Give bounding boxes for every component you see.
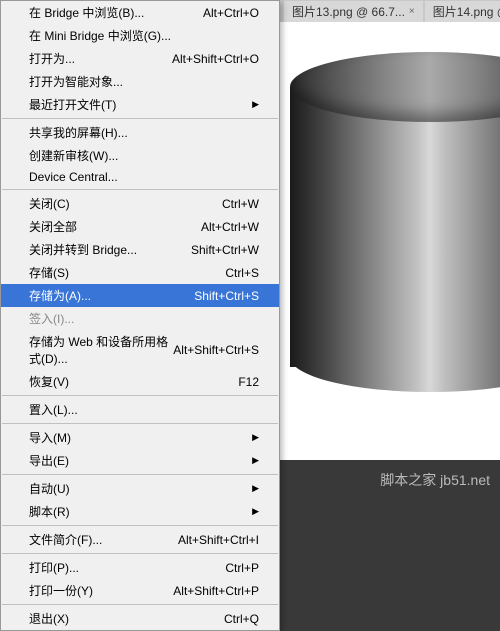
menu-item-label: 文件简介(F)... — [29, 531, 102, 548]
menu-item-shortcut: Alt+Ctrl+O — [203, 6, 259, 20]
menu-item[interactable]: 脚本(R) ▶ — [1, 500, 279, 523]
menu-item[interactable]: 关闭(C) Ctrl+W — [1, 192, 279, 215]
menu-item-shortcut: Alt+Shift+Ctrl+S — [173, 343, 259, 357]
menu-item[interactable]: 存储为(A)... Shift+Ctrl+S — [1, 284, 279, 307]
menu-item-label: 签入(I)... — [29, 310, 74, 327]
menu-separator — [2, 604, 278, 605]
menu-item-shortcut: Alt+Ctrl+W — [201, 220, 259, 234]
chevron-right-icon: ▶ — [252, 432, 259, 443]
menu-item-label: 存储为 Web 和设备所用格式(D)... — [29, 333, 173, 367]
menu-item[interactable]: 打开为智能对象... — [1, 70, 279, 93]
menu-item-shortcut: Ctrl+Q — [224, 612, 259, 626]
menu-item-shortcut: Shift+Ctrl+S — [194, 289, 259, 303]
menu-item[interactable]: 在 Mini Bridge 中浏览(G)... — [1, 24, 279, 47]
menu-item-shortcut: Alt+Shift+Ctrl+P — [173, 584, 259, 598]
menu-item-label: 创建新审核(W)... — [29, 147, 118, 164]
menu-item[interactable]: 创建新审核(W)... — [1, 144, 279, 167]
menu-item[interactable]: Device Central... — [1, 167, 279, 187]
menu-separator — [2, 525, 278, 526]
menu-item[interactable]: 退出(X) Ctrl+Q — [1, 607, 279, 630]
chevron-right-icon: ▶ — [252, 483, 259, 494]
close-icon[interactable]: × — [409, 6, 415, 17]
menu-item-label: 恢复(V) — [29, 373, 69, 390]
menu-separator — [2, 118, 278, 119]
menu-item[interactable]: 自动(U) ▶ — [1, 477, 279, 500]
menu-item-label: 存储(S) — [29, 264, 69, 281]
menu-item[interactable]: 打印一份(Y) Alt+Shift+Ctrl+P — [1, 579, 279, 602]
menu-separator — [2, 189, 278, 190]
menu-item[interactable]: 在 Bridge 中浏览(B)... Alt+Ctrl+O — [1, 1, 279, 24]
menu-item-label: Device Central... — [29, 170, 118, 184]
menu-separator — [2, 423, 278, 424]
menu-item-label: 共享我的屏幕(H)... — [29, 124, 128, 141]
menu-item-label: 导出(E) — [29, 452, 69, 469]
menu-item-shortcut: Ctrl+P — [225, 561, 259, 575]
menu-item[interactable]: 存储(S) Ctrl+S — [1, 261, 279, 284]
menu-item-label: 关闭(C) — [29, 195, 70, 212]
menu-item[interactable]: 恢复(V) F12 — [1, 370, 279, 393]
menu-item-label: 自动(U) — [29, 480, 70, 497]
chevron-right-icon: ▶ — [252, 455, 259, 466]
menu-item-label: 关闭全部 — [29, 218, 77, 235]
menu-item-label: 打开为智能对象... — [29, 73, 123, 90]
menu-item-shortcut: F12 — [238, 375, 259, 389]
menu-item-label: 导入(M) — [29, 429, 71, 446]
menu-item-label: 打印(P)... — [29, 559, 79, 576]
document-tabs: 图片13.png @ 66.7...× 图片14.png @ 6...× — [280, 0, 500, 22]
menu-item-label: 置入(L)... — [29, 401, 78, 418]
menu-item-label: 最近打开文件(T) — [29, 96, 116, 113]
chevron-right-icon: ▶ — [252, 99, 259, 110]
menu-item[interactable]: 关闭并转到 Bridge... Shift+Ctrl+W — [1, 238, 279, 261]
menu-item-label: 退出(X) — [29, 610, 69, 627]
canvas[interactable] — [280, 22, 500, 460]
chevron-right-icon: ▶ — [252, 506, 259, 517]
menu-item[interactable]: 打印(P)... Ctrl+P — [1, 556, 279, 579]
watermark: 脚本之家 jb51.net — [380, 470, 490, 490]
menu-item-label: 存储为(A)... — [29, 287, 91, 304]
cylinder-shape — [290, 52, 500, 392]
menu-item[interactable]: 打开为... Alt+Shift+Ctrl+O — [1, 47, 279, 70]
menu-item[interactable]: 置入(L)... — [1, 398, 279, 421]
menu-item-label: 打开为... — [29, 50, 75, 67]
menu-item[interactable]: 导入(M) ▶ — [1, 426, 279, 449]
menu-item: 签入(I)... — [1, 307, 279, 330]
menu-item[interactable]: 最近打开文件(T) ▶ — [1, 93, 279, 116]
menu-item[interactable]: 共享我的屏幕(H)... — [1, 121, 279, 144]
menu-item[interactable]: 关闭全部 Alt+Ctrl+W — [1, 215, 279, 238]
menu-item-label: 打印一份(Y) — [29, 582, 93, 599]
menu-item-shortcut: Ctrl+W — [222, 197, 259, 211]
menu-separator — [2, 553, 278, 554]
menu-item-shortcut: Shift+Ctrl+W — [191, 243, 259, 257]
menu-item-label: 关闭并转到 Bridge... — [29, 241, 137, 258]
tab-image14[interactable]: 图片14.png @ 6...× — [425, 1, 500, 22]
menu-item-label: 脚本(R) — [29, 503, 70, 520]
menu-item-label: 在 Bridge 中浏览(B)... — [29, 4, 144, 21]
menu-item[interactable]: 导出(E) ▶ — [1, 449, 279, 472]
menu-separator — [2, 474, 278, 475]
menu-item[interactable]: 存储为 Web 和设备所用格式(D)...Alt+Shift+Ctrl+S — [1, 330, 279, 370]
tab-image13[interactable]: 图片13.png @ 66.7...× — [284, 1, 423, 22]
menu-item-shortcut: Alt+Shift+Ctrl+O — [172, 52, 259, 66]
menu-item-label: 在 Mini Bridge 中浏览(G)... — [29, 27, 171, 44]
menu-item-shortcut: Ctrl+S — [225, 266, 259, 280]
menu-item[interactable]: 文件简介(F)... Alt+Shift+Ctrl+I — [1, 528, 279, 551]
menu-separator — [2, 395, 278, 396]
file-menu: 在 Bridge 中浏览(B)... Alt+Ctrl+O 在 Mini Bridg… — [0, 0, 280, 631]
menu-item-shortcut: Alt+Shift+Ctrl+I — [178, 533, 259, 547]
